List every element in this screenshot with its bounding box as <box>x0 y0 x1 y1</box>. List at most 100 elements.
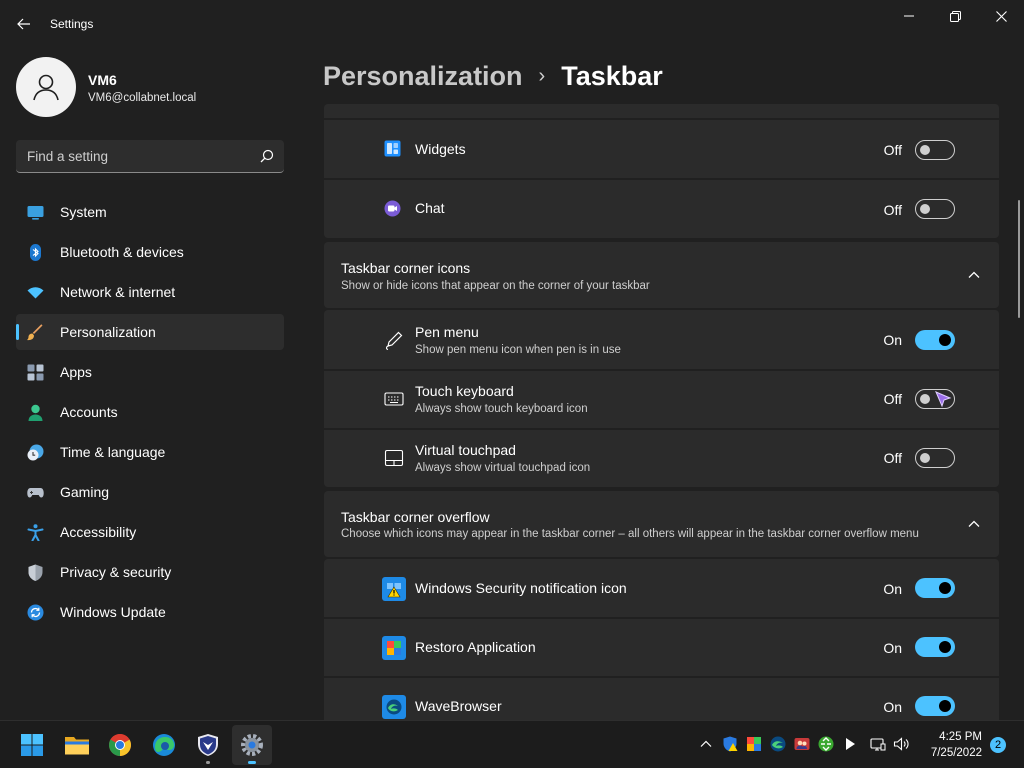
sidebar-item-accounts[interactable]: Accounts <box>16 394 284 430</box>
wavebrowser-tray-icon[interactable] <box>770 736 786 752</box>
windows-security-icon <box>382 577 406 601</box>
sidebar-item-label: Time & language <box>60 444 166 460</box>
toggle-state-text: Off <box>883 450 902 466</box>
sidebar-item-label: Windows Update <box>60 604 166 620</box>
setting-row-chat: Chat Off <box>324 180 999 238</box>
sidebar-item-network-internet[interactable]: Network & internet <box>16 274 284 310</box>
people-tray-icon[interactable] <box>794 736 810 752</box>
taskbar-edge[interactable] <box>144 725 184 765</box>
active-indicator <box>248 761 256 764</box>
title-bar: Settings <box>0 0 1024 48</box>
close-button[interactable] <box>978 0 1024 32</box>
search-input[interactable] <box>16 140 246 172</box>
setting-label: Windows Security notification icon <box>415 580 627 596</box>
sidebar-item-gaming[interactable]: Gaming <box>16 474 284 510</box>
chevron-up-icon[interactable] <box>967 268 981 282</box>
chevron-up-icon[interactable] <box>967 517 981 531</box>
taskbar-corner-icons-list: Pen menu Show pen menu icon when pen is … <box>324 310 999 487</box>
sidebar-item-windows-update[interactable]: Windows Update <box>16 594 284 630</box>
chat-toggle[interactable] <box>915 199 955 219</box>
widgets-toggle[interactable] <box>915 140 955 160</box>
system-clock[interactable]: 4:25 PM 7/25/2022 <box>931 729 982 761</box>
setting-row-pen-menu: Pen menu Show pen menu icon when pen is … <box>324 310 999 369</box>
toggle-state-text: On <box>883 581 902 597</box>
gamepad-icon <box>27 488 44 498</box>
page-title: Taskbar <box>561 60 663 91</box>
setting-label: Touch keyboard <box>415 383 514 399</box>
sidebar-item-label: Accounts <box>60 404 118 420</box>
start-button[interactable] <box>12 725 52 765</box>
taskbar-chrome[interactable] <box>100 725 140 765</box>
chevron-up-icon[interactable] <box>698 736 714 752</box>
search-icon[interactable] <box>260 149 274 163</box>
toggle-state-text: On <box>883 332 902 348</box>
taskbar-corner-overflow-header[interactable]: Taskbar corner overflow Choose which ico… <box>324 491 999 557</box>
file-explorer-icon <box>65 737 89 755</box>
setting-row-restoro: Restoro Application On <box>324 619 999 676</box>
network-icon[interactable] <box>870 736 886 752</box>
back-button[interactable] <box>8 8 40 40</box>
taskbar-file-explorer[interactable] <box>57 725 97 765</box>
sidebar-item-label: Gaming <box>60 484 110 500</box>
setting-row-wavebrowser: WaveBrowser On <box>324 678 999 720</box>
wavebrowser-icon <box>382 695 406 719</box>
wavebrowser-toggle[interactable] <box>915 696 955 716</box>
pen-icon <box>385 331 403 350</box>
notification-badge[interactable]: 2 <box>990 737 1006 753</box>
sidebar-item-bluetooth-devices[interactable]: Bluetooth & devices <box>16 234 284 270</box>
toggle-knob <box>939 641 951 653</box>
settings-gear-icon <box>241 734 263 756</box>
setting-label: WaveBrowser <box>415 698 502 714</box>
user-name: VM6 <box>88 72 117 88</box>
taskbar-items-card: Widgets Off Chat Off <box>324 104 999 238</box>
close-icon <box>995 10 1007 22</box>
wifi-icon <box>27 287 44 299</box>
touchpad-icon <box>384 449 404 467</box>
taskbar-defender-app[interactable] <box>188 725 228 765</box>
accounts-icon <box>28 404 43 421</box>
toggle-knob <box>939 334 951 346</box>
volume-icon[interactable] <box>893 736 909 752</box>
minimize-button[interactable] <box>886 0 932 32</box>
toggle-state-text: On <box>883 699 902 715</box>
search-box[interactable] <box>16 140 284 173</box>
breadcrumb-parent[interactable]: Personalization <box>323 61 523 92</box>
restore-button[interactable] <box>932 0 978 32</box>
clock-time: 4:25 PM <box>939 731 982 743</box>
sidebar-item-apps[interactable]: Apps <box>16 354 284 390</box>
sidebar-item-system[interactable]: System <box>16 194 284 230</box>
toggle-knob <box>939 582 951 594</box>
recycle-tray-icon[interactable] <box>818 736 834 752</box>
app-title: Settings <box>50 17 94 31</box>
toggle-state-text: Off <box>883 142 902 158</box>
running-indicator <box>206 761 210 764</box>
taskbar-corner-icons-header[interactable]: Taskbar corner icons Show or hide icons … <box>324 242 999 308</box>
section-subtitle: Choose which icons may appear in the tas… <box>341 528 919 540</box>
sidebar-item-personalization[interactable]: Personalization <box>16 314 284 350</box>
restoro-toggle[interactable] <box>915 637 955 657</box>
sidebar-item-privacy-security[interactable]: Privacy & security <box>16 554 284 590</box>
accessibility-icon <box>27 524 44 541</box>
defender-app-icon <box>198 734 218 756</box>
windows-security-toggle[interactable] <box>915 578 955 598</box>
back-arrow-icon <box>17 18 30 30</box>
setting-label: Widgets <box>415 141 466 157</box>
sidebar-item-time-language[interactable]: Time & language <box>16 434 284 470</box>
pen-menu-toggle[interactable] <box>915 330 955 350</box>
virtual-touchpad-toggle[interactable] <box>915 448 955 468</box>
taskbar-settings[interactable] <box>232 725 272 765</box>
edge-icon <box>153 734 175 756</box>
user-profile[interactable]: VM6 VM6@collabnet.local <box>16 57 286 117</box>
restoro-tray-icon[interactable] <box>746 736 762 752</box>
sidebar-item-accessibility[interactable]: Accessibility <box>16 514 284 550</box>
toggle-state-text: On <box>883 640 902 656</box>
touch-keyboard-toggle[interactable] <box>915 389 955 409</box>
toggle-knob <box>920 204 930 214</box>
security-warning-icon[interactable] <box>722 736 738 752</box>
play-tray-icon[interactable] <box>842 736 858 752</box>
setting-row-widgets: Widgets Off <box>324 120 999 178</box>
setting-label: Restoro Application <box>415 639 536 655</box>
scrollbar[interactable] <box>1018 200 1020 318</box>
avatar <box>16 57 76 117</box>
bluetooth-icon <box>30 244 41 261</box>
